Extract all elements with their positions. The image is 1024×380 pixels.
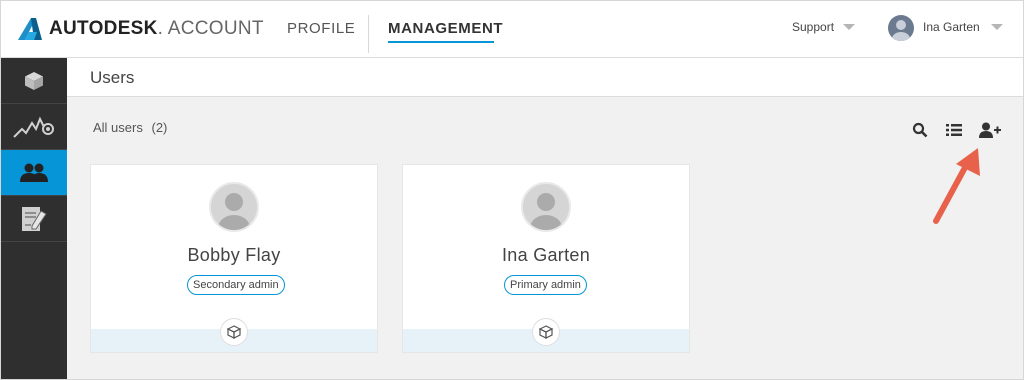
product-access-button[interactable] [532, 318, 560, 346]
top-header: AUTODESK. ACCOUNT PROFILE MANAGEMENT Sup… [1, 1, 1023, 58]
usage-reports-icon [13, 116, 54, 138]
user-avatar[interactable] [888, 15, 914, 41]
user-avatar-placeholder [521, 182, 571, 232]
nav-profile[interactable]: PROFILE [287, 20, 355, 37]
role-badge: Secondary admin [187, 275, 285, 295]
product-cube-icon [539, 325, 553, 339]
autodesk-a-icon [18, 18, 42, 40]
chevron-down-icon[interactable] [843, 24, 855, 30]
add-user-button[interactable] [979, 121, 1001, 139]
user-avatar-placeholder [209, 182, 259, 232]
brand-suffix: . ACCOUNT [157, 18, 264, 39]
nav-divider [368, 15, 369, 53]
all-users-count: (2) [151, 120, 168, 135]
chevron-down-icon[interactable] [991, 24, 1003, 30]
product-cube-icon [227, 325, 241, 339]
page-title-bar: Users [67, 58, 1023, 97]
autodesk-logo[interactable]: AUTODESK. ACCOUNT [17, 16, 264, 42]
page-title: Users [90, 68, 135, 87]
sidebar-item-billing[interactable] [1, 196, 67, 242]
annotation-arrow-icon [933, 148, 980, 224]
app-frame: AUTODESK. ACCOUNT PROFILE MANAGEMENT Sup… [0, 0, 1024, 380]
users-icon [20, 163, 48, 182]
sidebar-item-reports[interactable] [1, 104, 67, 150]
search-button[interactable] [911, 121, 929, 139]
billing-documents-icon [22, 206, 47, 231]
user-card[interactable]: Bobby Flay Secondary admin [90, 164, 378, 353]
sidebar [1, 58, 67, 379]
user-name[interactable]: Ina Garten [403, 245, 689, 266]
sidebar-item-users[interactable] [1, 150, 67, 196]
list-view-icon [946, 124, 962, 136]
role-badge: Primary admin [504, 275, 587, 295]
add-user-icon [979, 122, 1001, 138]
active-nav-underline [388, 41, 494, 43]
products-cube-icon [25, 71, 43, 90]
user-name[interactable]: Bobby Flay [91, 245, 377, 266]
user-card[interactable]: Ina Garten Primary admin [402, 164, 690, 353]
product-access-button[interactable] [220, 318, 248, 346]
nav-management[interactable]: MANAGEMENT [388, 20, 503, 37]
list-view-button[interactable] [945, 121, 963, 139]
support-menu[interactable]: Support [792, 20, 834, 34]
user-menu-name[interactable]: Ina Garten [923, 20, 980, 34]
all-users-heading: All users (2) [93, 120, 167, 135]
search-icon [912, 122, 928, 138]
sidebar-item-products[interactable] [1, 58, 67, 104]
brand-name: AUTODESK [49, 18, 158, 39]
all-users-label: All users [93, 120, 143, 135]
